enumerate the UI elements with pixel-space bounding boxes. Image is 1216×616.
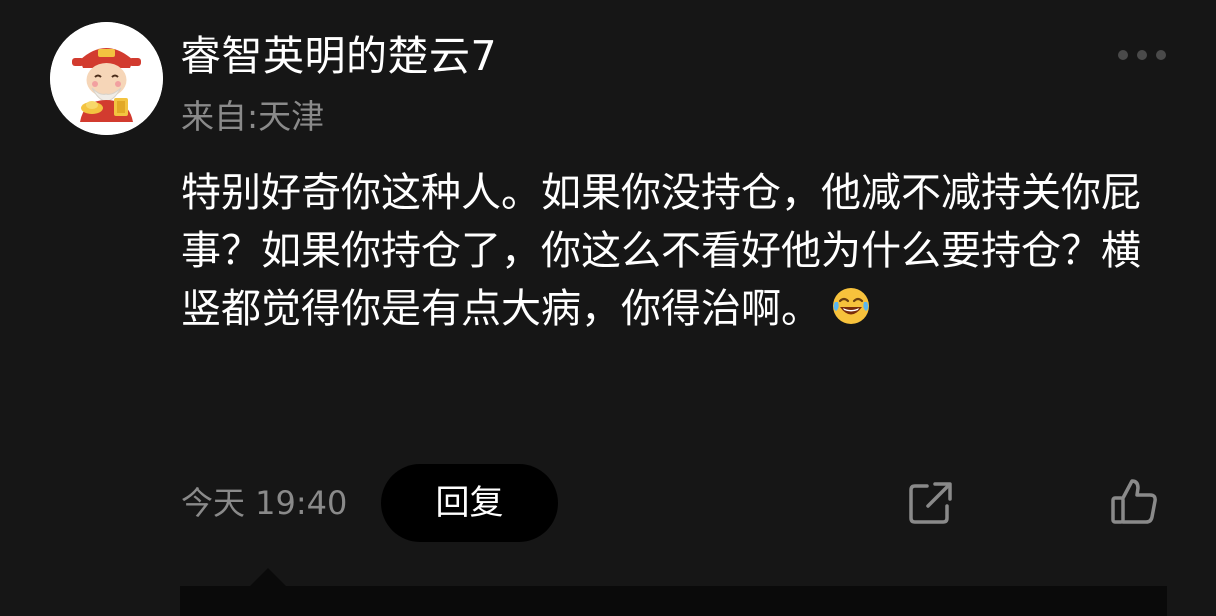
replies-panel bbox=[180, 586, 1167, 616]
comment-body: 特别好奇你这种人。如果你没持仓，他减不减持关你屁事？如果你持仓了，你这么不看好他… bbox=[181, 164, 1146, 338]
more-dot bbox=[1118, 50, 1128, 60]
comment-text: 特别好奇你这种人。如果你没持仓，他减不减持关你屁事？如果你持仓了，你这么不看好他… bbox=[181, 170, 1141, 332]
timestamp: 今天 19:40 bbox=[181, 484, 348, 522]
username[interactable]: 睿智英明的楚云7 bbox=[180, 28, 497, 84]
more-options-button[interactable] bbox=[1112, 40, 1172, 70]
avatar[interactable] bbox=[50, 22, 163, 135]
more-dot bbox=[1137, 50, 1147, 60]
tears-of-joy-emoji bbox=[831, 286, 871, 326]
location-label: 来自:天津 bbox=[181, 97, 325, 136]
more-dot bbox=[1156, 50, 1166, 60]
thumbs-up-icon[interactable] bbox=[1108, 476, 1160, 528]
avatar-image bbox=[50, 22, 163, 135]
replies-panel-caret bbox=[250, 568, 286, 586]
reply-button[interactable]: 回复 bbox=[381, 464, 558, 542]
share-icon[interactable] bbox=[905, 478, 955, 528]
